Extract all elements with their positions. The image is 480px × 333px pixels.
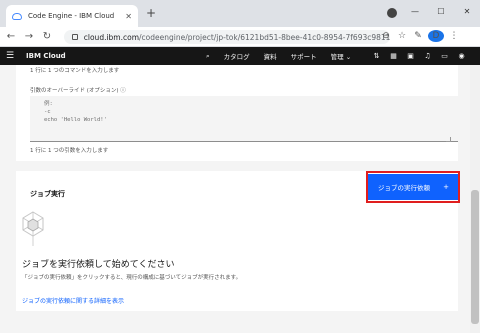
hamburger-menu-icon[interactable]: ☰ (0, 51, 20, 61)
new-tab-icon[interactable]: + (146, 6, 156, 20)
back-icon[interactable]: ← (4, 31, 18, 42)
bookmark-star-icon[interactable]: ☆ (394, 31, 410, 41)
empty-state-description: 「ジョブの実行依頼」をクリックすると、現行の構成に基づいてジョブが実行されます。 (22, 275, 242, 281)
page-scrollbar[interactable] (470, 65, 480, 333)
zoom-icon[interactable]: ⊖ (378, 31, 394, 41)
browser-tab[interactable]: Code Engine - IBM Cloud ✕ (6, 5, 138, 27)
maximize-icon[interactable]: ☐ (428, 7, 454, 16)
ibm-cloud-header: ☰ IBM Cloud ⌕ カタログ 資料 サポート 管理 ⌄ ⇅ ▦ ▣ ♫ … (0, 47, 480, 65)
toolbar-icons: ⊖ ☆ ✎ D ⋮ (378, 30, 462, 42)
forward-icon[interactable]: → (22, 31, 36, 42)
url-text: cloud.ibm.com/codeengine/project/jp-tok/… (84, 33, 390, 42)
nav-support[interactable]: サポート (291, 51, 317, 61)
reload-icon[interactable]: ↻ (40, 31, 54, 42)
notifications-icon[interactable]: ♫ (419, 52, 436, 60)
empty-state-illustration-icon (22, 211, 44, 246)
brand-name[interactable]: IBM Cloud (26, 52, 66, 60)
header-icons: ⇅ ▦ ▣ ♫ ▭ ◉ (368, 47, 470, 65)
user-icon[interactable]: ◉ (453, 52, 470, 60)
nav-catalog[interactable]: カタログ (224, 51, 250, 61)
cost-estimator-icon[interactable]: ▦ (385, 52, 402, 60)
browser-tabstrip: Code Engine - IBM Cloud ✕ + — ☐ ✕ (0, 0, 480, 27)
menu-kebab-icon[interactable]: ⋮ (446, 31, 462, 41)
switcher-icon[interactable]: ⇅ (368, 52, 385, 60)
browser-profile-dot-icon[interactable] (387, 8, 397, 18)
header-nav: ⌕ カタログ 資料 サポート 管理 ⌄ (206, 47, 365, 65)
resize-handle-icon[interactable] (446, 137, 451, 142)
minimize-icon[interactable]: — (402, 7, 428, 16)
url-host: cloud.ibm.com (83, 32, 140, 42)
browser-toolbar: ← → ↻ cloud.ibm.com/codeengine/project/j… (0, 27, 480, 47)
empty-state-title: ジョブを実行依頼して始めてください (22, 260, 175, 270)
args-textarea[interactable]: 例: -c echo 'Hello World!' (30, 96, 458, 142)
address-bar[interactable]: cloud.ibm.com/codeengine/project/jp-tok/… (64, 30, 390, 44)
highlight-box (366, 171, 460, 203)
url-path: /codeengine/project/jp-tok/6121bd51-8bee… (139, 32, 390, 42)
cloud-favicon-icon (12, 12, 22, 20)
cloud-shell-icon[interactable]: ▭ (436, 52, 453, 60)
profile-avatar[interactable]: D (428, 30, 444, 42)
scrollbar-thumb[interactable] (471, 190, 479, 324)
search-icon[interactable]: ⌕ (206, 52, 210, 61)
nav-manage[interactable]: 管理 ⌄ (331, 51, 352, 61)
args-label: 引数のオーバーライド (オプション) ⓘ (30, 88, 126, 94)
nav-docs[interactable]: 資料 (264, 51, 277, 61)
window-controls: — ☐ ✕ (402, 0, 480, 22)
calendar-icon[interactable]: ▣ (402, 52, 419, 60)
section-title: ジョブ実行 (30, 190, 65, 198)
extensions-icon[interactable]: ✎ (410, 31, 426, 41)
args-hint: 1 行に 1 つの引数を入力します (30, 148, 109, 154)
lock-icon (72, 34, 78, 40)
command-override-card: 1 行に 1 つのコマンドを入力します 引数のオーバーライド (オプション) ⓘ… (16, 65, 458, 161)
command-hint: 1 行に 1 つのコマンドを入力します (30, 68, 120, 74)
close-tab-icon[interactable]: ✕ (125, 12, 132, 21)
learn-more-link[interactable]: ジョブの実行依頼に関する詳細を表示 (22, 296, 124, 305)
tab-title: Code Engine - IBM Cloud (28, 12, 115, 20)
close-window-icon[interactable]: ✕ (454, 7, 480, 16)
